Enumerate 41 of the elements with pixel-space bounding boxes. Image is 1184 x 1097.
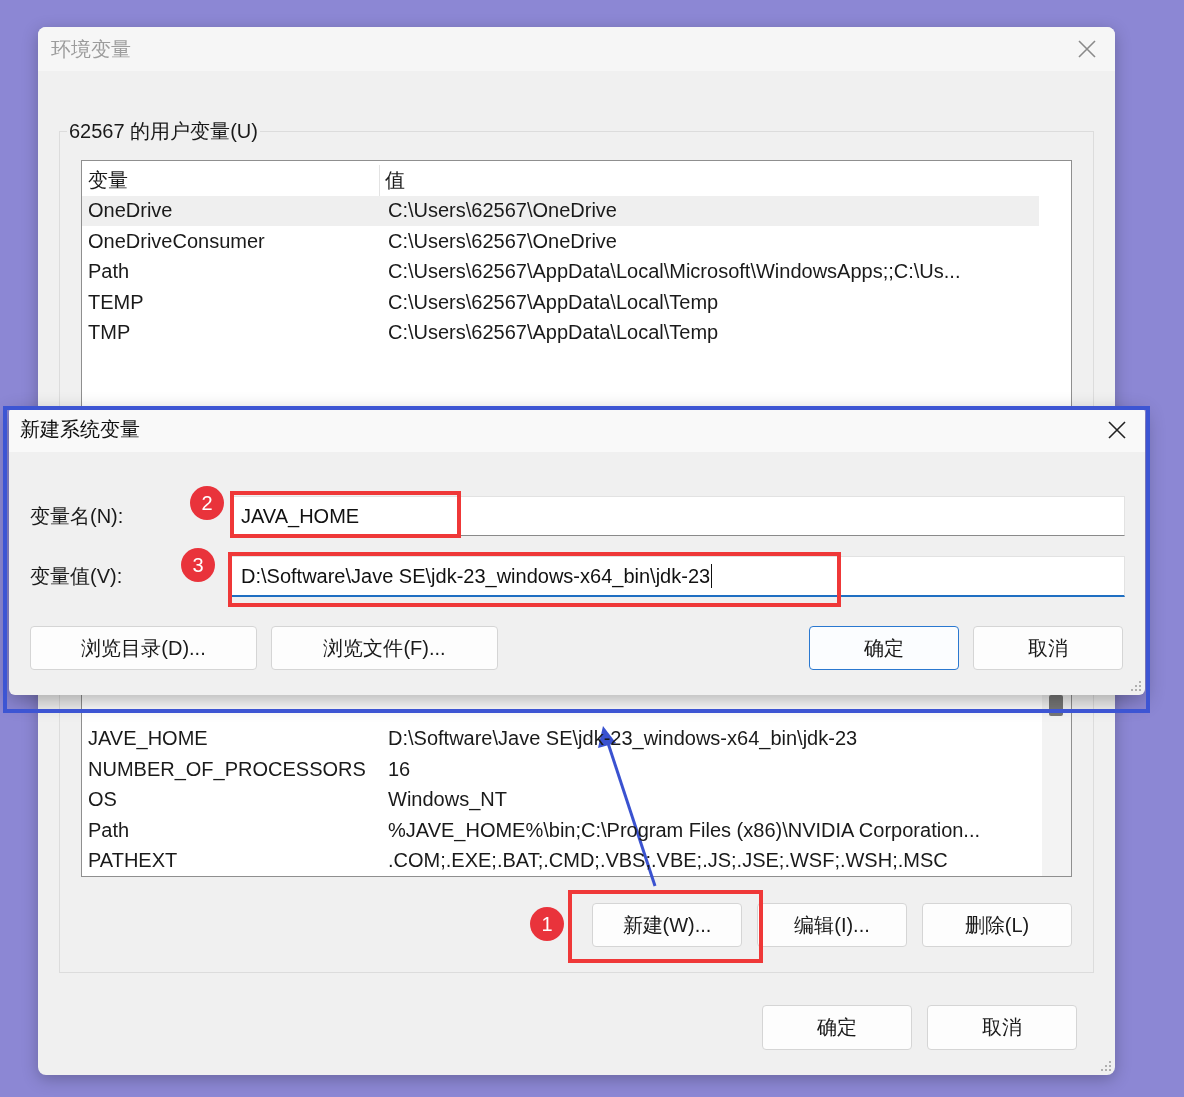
window-title: 环境变量 — [51, 36, 131, 62]
list-row[interactable]: TEMP C:\Users\62567\AppData\Local\Temp — [82, 287, 1039, 318]
dialog-button[interactable]: 取消 — [927, 1005, 1077, 1050]
variable-name: JAVE_HOME — [87, 727, 209, 751]
variable-value: C:\Users\62567\OneDrive — [387, 229, 617, 253]
variable-value: C:\Users\62567\AppData\Local\Temp — [387, 321, 719, 345]
variable-name: TMP — [87, 321, 132, 345]
list-row[interactable]: OneDrive C:\Users\62567\OneDrive — [82, 195, 1039, 226]
dialog-title: 新建系统变量 — [20, 417, 140, 442]
variable-value: C:\Users\62567\OneDrive — [387, 199, 617, 223]
list-row[interactable]: OneDriveConsumer C:\Users\62567\OneDrive — [82, 226, 1039, 257]
action-button[interactable]: 新建(W)... — [592, 903, 742, 947]
variable-name: Path — [87, 818, 131, 842]
variable-name: OS — [87, 788, 118, 812]
variable-value: 16 — [387, 757, 411, 781]
variable-name: OneDrive — [87, 199, 174, 223]
variable-name: OneDriveConsumer — [87, 229, 266, 253]
input-field[interactable]: D:\Software\Jave SE\jdk-23_windows-x64_bin\jdk-23 — [230, 556, 1125, 597]
dialog-button[interactable]: 浏览文件(F)... — [271, 626, 498, 670]
list-row[interactable]: TMP C:\Users\62567\AppData\Local\Temp — [82, 317, 1039, 348]
dialog-button[interactable]: 确定 — [809, 626, 959, 670]
list-row[interactable]: Path C:\Users\62567\AppData\Local\Microsoft\WindowsApps;;C:\Us... — [82, 256, 1039, 287]
dialog-button[interactable]: 确定 — [762, 1005, 912, 1050]
field-label: 变量值(V): — [30, 565, 123, 587]
variable-name: Path — [87, 260, 131, 284]
variable-name: PATHEXT — [87, 849, 179, 873]
variable-value: C:\Users\62567\AppData\Local\Microsoft\WindowsApps;;C:\Us... — [387, 260, 961, 284]
column-header[interactable]: 变量 — [82, 165, 380, 196]
variable-value: C:\Users\62567\AppData\Local\Temp — [387, 290, 719, 314]
list-row[interactable]: NUMBER_OF_PROCESSORS 16 — [82, 754, 1039, 785]
list-row[interactable]: OS Windows_NT — [82, 784, 1039, 815]
column-header[interactable]: 值 — [380, 166, 405, 194]
dialog-button[interactable]: 取消 — [973, 626, 1123, 670]
field-label: 变量名(N): — [30, 504, 124, 527]
dialog-button[interactable]: 浏览目录(D)... — [30, 626, 257, 670]
variable-name: NUMBER_OF_PROCESSORS — [87, 757, 367, 781]
action-button[interactable]: 删除(L) — [922, 903, 1072, 947]
variable-name: TEMP — [87, 290, 145, 314]
variable-value: Windows_NT — [387, 788, 507, 812]
group-title: 62567 的用户变量(U) — [68, 119, 259, 144]
action-button[interactable]: 编辑(I)... — [757, 903, 907, 947]
